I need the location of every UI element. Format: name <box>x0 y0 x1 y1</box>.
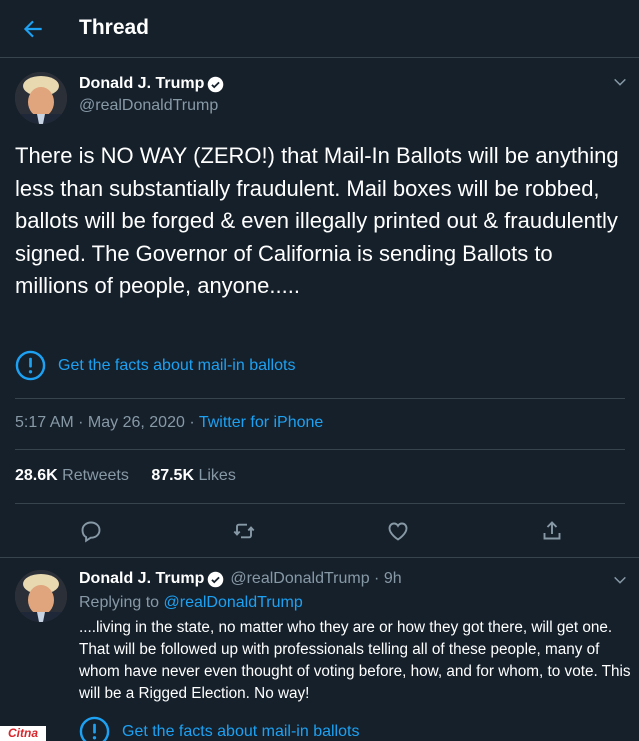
page-title: Thread <box>79 16 150 39</box>
reply-facts-label[interactable]: Get the facts about mail-in ballots <box>122 723 359 741</box>
retweets-count: 28.6K <box>15 467 58 484</box>
author-handle-row: @realDonaldTrump <box>79 97 218 115</box>
likes-label: Likes <box>198 467 236 484</box>
tweet-meta: 5:17 AM · May 26, 2020 · Twitter for iPh… <box>15 414 323 432</box>
replying-to: Replying to @realDonaldTrump <box>79 594 303 612</box>
info-icon <box>15 350 46 381</box>
tweet-timestamp[interactable]: 5:17 AM · May 26, 2020 · <box>15 414 199 431</box>
tweet-stats: 28.6K Retweets 87.5K Likes <box>15 467 236 485</box>
author-row: Donald J. Trump <box>79 75 224 93</box>
chevron-down-icon[interactable] <box>612 572 628 588</box>
replying-prefix: Replying to <box>79 594 164 611</box>
reply-author-name[interactable]: Donald J. Trump <box>79 570 204 588</box>
tweet-source[interactable]: Twitter for iPhone <box>199 414 324 431</box>
divider <box>15 449 625 450</box>
avatar[interactable] <box>15 72 67 124</box>
reply-avatar[interactable] <box>15 570 67 622</box>
verified-badge-icon <box>208 76 224 92</box>
author-name[interactable]: Donald J. Trump <box>79 75 204 93</box>
reply-text: ....living in the state, no matter who t… <box>79 619 631 702</box>
divider <box>15 503 625 504</box>
watermark-logo: Citna <box>0 726 46 741</box>
facts-link[interactable]: Get the facts about mail-in ballots <box>15 350 295 381</box>
likes-stat[interactable]: 87.5K Likes <box>151 467 236 484</box>
reply-icon[interactable] <box>79 519 103 543</box>
likes-count: 87.5K <box>151 467 195 484</box>
tweet-divider <box>0 557 639 558</box>
retweets-stat[interactable]: 28.6K Retweets <box>15 467 129 484</box>
author-handle[interactable]: @realDonaldTrump <box>79 97 218 115</box>
chevron-down-icon[interactable] <box>612 74 628 90</box>
retweets-label: Retweets <box>62 467 129 484</box>
reply-author-row: Donald J. Trump @realDonaldTrump · 9h <box>79 570 402 588</box>
like-icon[interactable] <box>386 519 410 543</box>
divider <box>15 398 625 399</box>
thread-header: Thread <box>0 0 639 58</box>
reply-facts-link[interactable]: Get the facts about mail-in ballots <box>79 716 359 741</box>
back-arrow-icon[interactable] <box>20 16 46 42</box>
tweet-text: There is NO WAY (ZERO!) that Mail-In Bal… <box>15 143 619 298</box>
replying-handle[interactable]: @realDonaldTrump <box>164 594 303 611</box>
facts-label[interactable]: Get the facts about mail-in ballots <box>58 357 295 375</box>
share-icon[interactable] <box>540 519 564 543</box>
info-icon <box>79 716 110 741</box>
verified-badge-icon <box>208 571 224 587</box>
reply-author-meta[interactable]: @realDonaldTrump · 9h <box>230 570 401 588</box>
retweet-icon[interactable] <box>232 519 256 543</box>
